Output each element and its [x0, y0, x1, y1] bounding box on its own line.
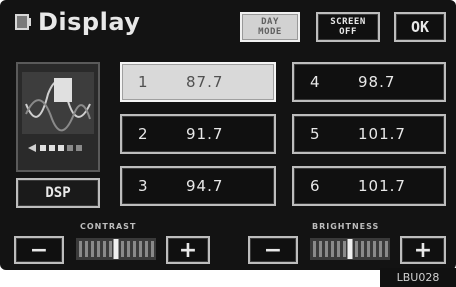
preset-number: 3 [138, 177, 148, 195]
contrast-decrease-button[interactable]: − [14, 236, 64, 264]
preset-frequency: 91.7 [186, 125, 224, 143]
preset-number: 2 [138, 125, 148, 143]
plus-icon: + [413, 237, 433, 263]
preset-button-3[interactable]: 3 94.7 [120, 166, 276, 206]
preset-frequency: 101.7 [358, 177, 406, 195]
preset-button-6[interactable]: 6 101.7 [292, 166, 446, 206]
brightness-increase-button[interactable]: + [400, 236, 446, 264]
preset-number: 5 [310, 125, 320, 143]
brightness-decrease-button[interactable]: − [248, 236, 298, 264]
preset-button-2[interactable]: 2 91.7 [120, 114, 276, 154]
screen-off-label-line1: SCREEN [330, 17, 366, 27]
page-title-group: Display [14, 8, 140, 36]
screen-off-label-line2: OFF [339, 27, 357, 37]
preset-frequency: 94.7 [186, 177, 224, 195]
brightness-slider-thumb[interactable] [347, 239, 353, 259]
preset-number: 1 [138, 73, 148, 91]
figure-code: LBU028 [380, 268, 456, 287]
contrast-slider-thumb[interactable] [113, 239, 119, 259]
display-icon [15, 14, 31, 30]
preset-number: 4 [310, 73, 320, 91]
contrast-slider[interactable] [76, 238, 156, 260]
day-mode-label-line1: DAY [261, 17, 279, 27]
dsp-label: DSP [45, 185, 71, 201]
preset-button-1[interactable]: 1 87.7 [120, 62, 276, 102]
audio-preview-panel [16, 62, 100, 172]
brightness-slider[interactable] [310, 238, 390, 260]
brightness-label: BRIGHTNESS [312, 222, 380, 231]
day-mode-label-line2: MODE [258, 27, 282, 37]
preset-button-4[interactable]: 4 98.7 [292, 62, 446, 102]
preset-frequency: 101.7 [358, 125, 406, 143]
contrast-label: CONTRAST [80, 222, 137, 231]
preset-frequency: 98.7 [358, 73, 396, 91]
display-screen: Display DAY MODE SCREEN OFF OK DSP 1 87.… [0, 0, 456, 270]
preset-button-5[interactable]: 5 101.7 [292, 114, 446, 154]
day-mode-button[interactable]: DAY MODE [240, 12, 300, 42]
minus-icon: − [29, 237, 49, 263]
dsp-button[interactable]: DSP [16, 178, 100, 208]
contrast-increase-button[interactable]: + [166, 236, 210, 264]
minus-icon: − [263, 237, 283, 263]
ok-label: OK [410, 18, 430, 36]
ok-button[interactable]: OK [394, 12, 446, 42]
audio-equalizer-preview-icon [18, 64, 98, 170]
preset-number: 6 [310, 177, 320, 195]
preset-frequency: 87.7 [186, 73, 224, 91]
screen-off-button[interactable]: SCREEN OFF [316, 12, 380, 42]
plus-icon: + [178, 237, 198, 263]
page-title: Display [38, 8, 141, 36]
